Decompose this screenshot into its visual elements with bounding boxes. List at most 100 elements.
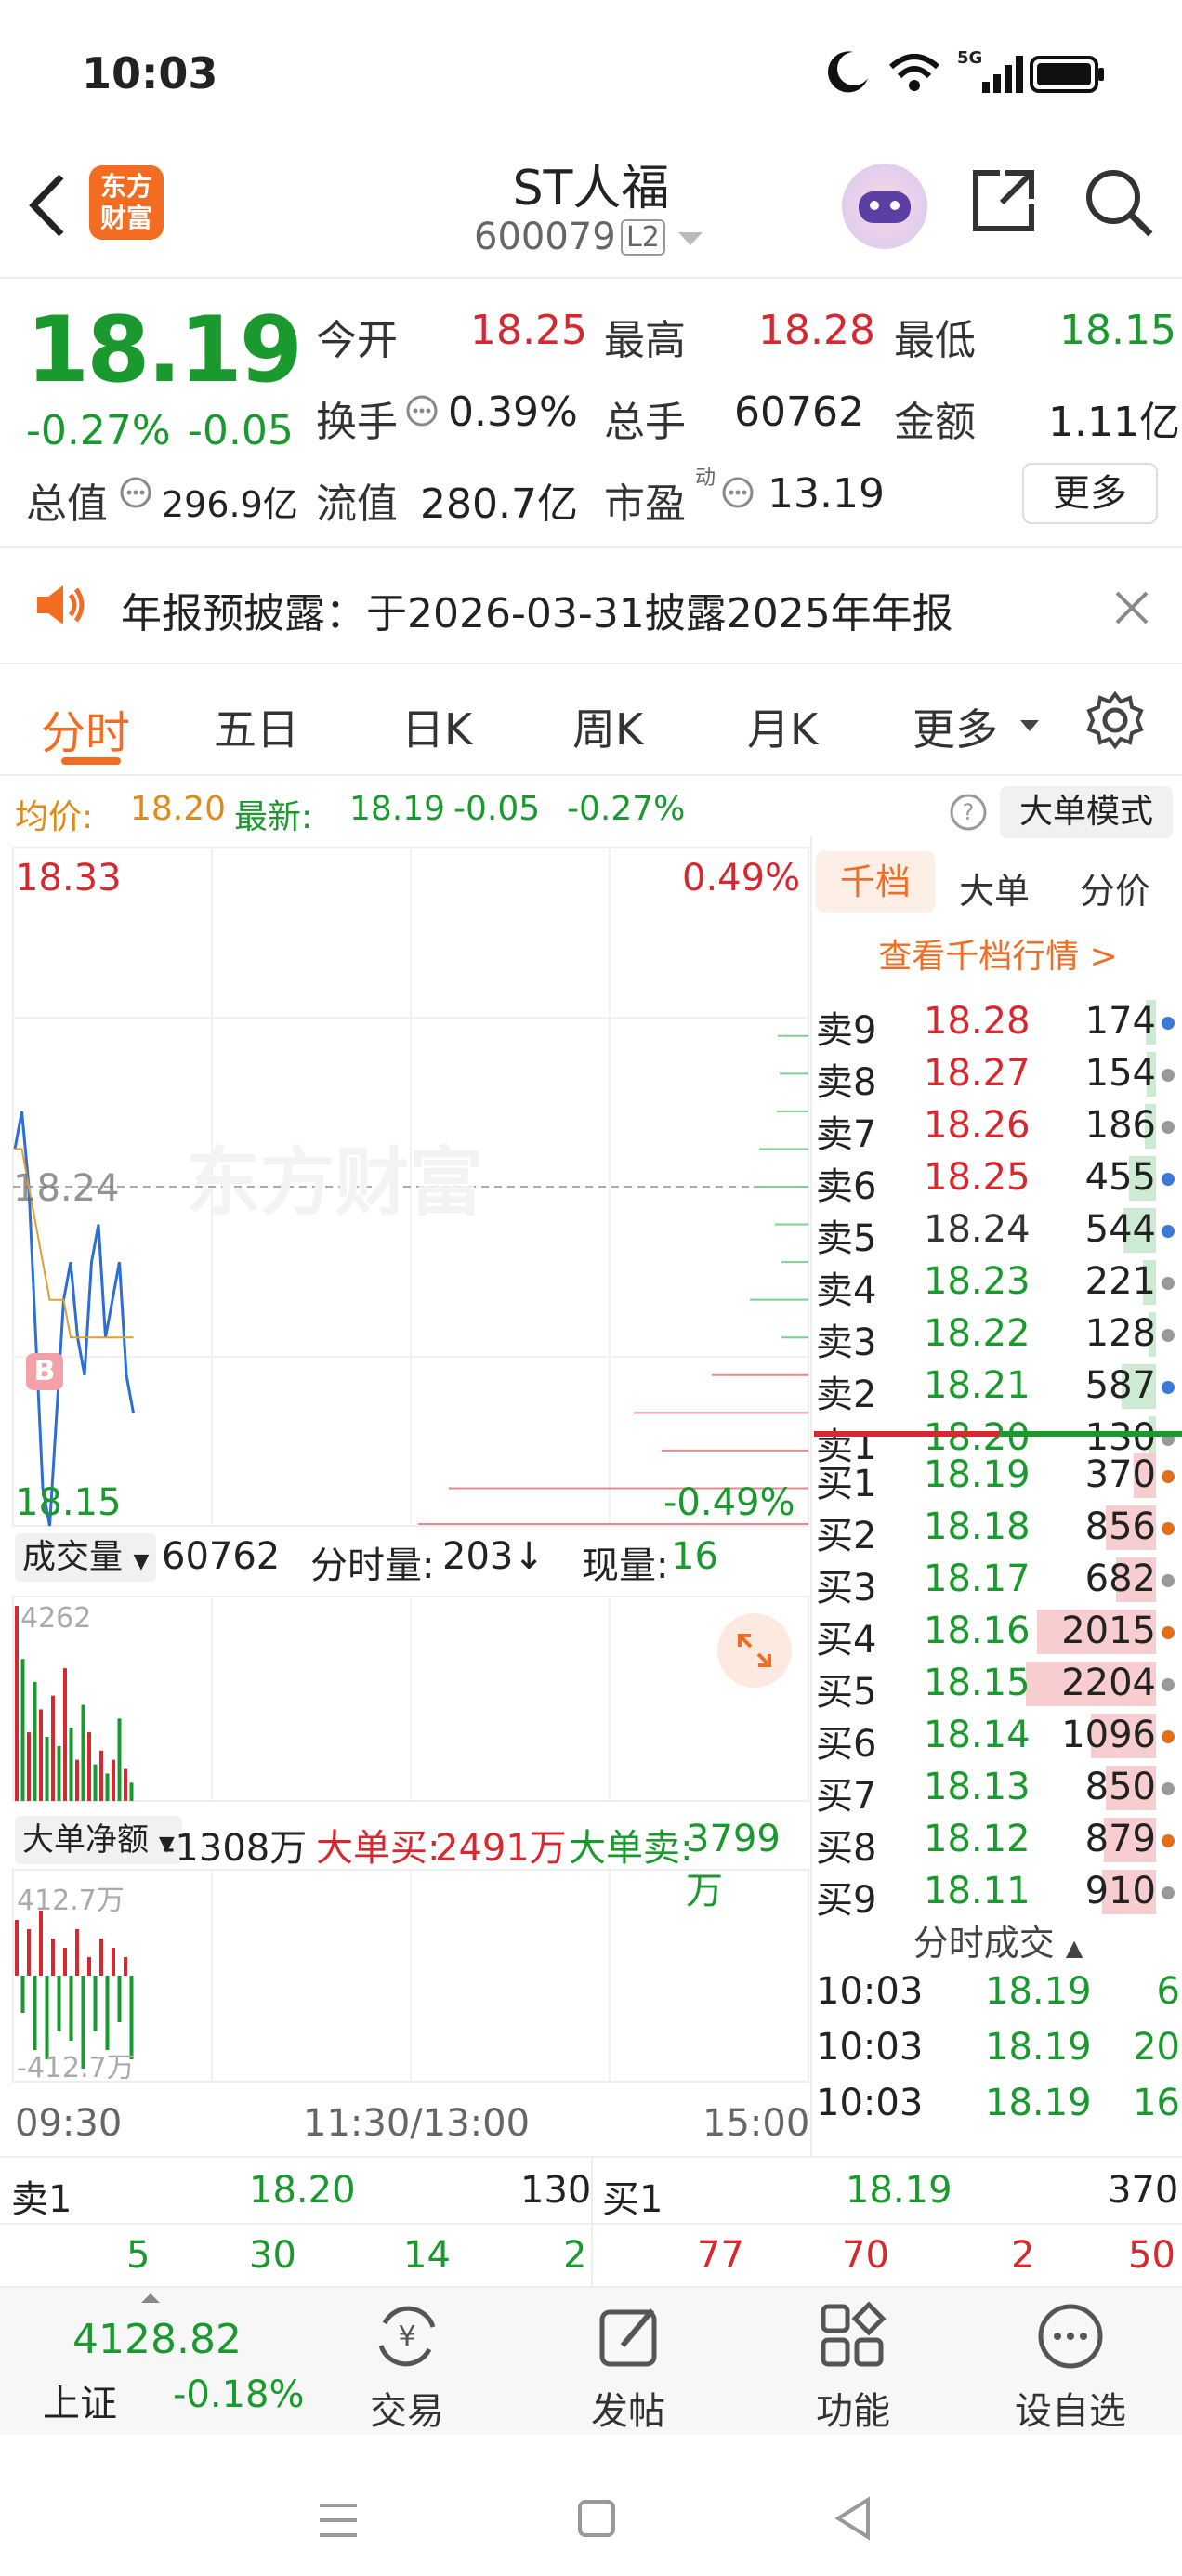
buy-marker[interactable]: B <box>26 1353 63 1390</box>
sell-level-row[interactable]: 卖8 18.27 154 <box>812 1048 1182 1104</box>
info-icon[interactable] <box>721 476 755 509</box>
status-dot <box>1162 1834 1175 1847</box>
index-widget[interactable]: 4128.82 上证 -0.18% <box>0 2288 305 2437</box>
close-icon[interactable] <box>1113 589 1150 626</box>
buy-level-row[interactable]: 买3 18.17 682 <box>812 1554 1182 1610</box>
intraday-chart[interactable]: 东方财富 18.33 0.49% 18.24 18.15 -0.49% B 成交… <box>0 836 810 2156</box>
search-icon[interactable] <box>1082 165 1156 240</box>
big-order-mode-button[interactable]: 大单模式 <box>1000 786 1173 838</box>
notice-bar[interactable]: 年报预披露：于2026-03-31披露2025年年报 <box>0 548 1182 664</box>
level-price: 18.27 <box>924 1052 1031 1095</box>
gear-icon[interactable] <box>1085 690 1145 750</box>
features-button[interactable]: 功能 <box>779 2288 927 2437</box>
tab-indicator <box>61 757 121 765</box>
back-icon[interactable] <box>26 173 67 238</box>
info-icon[interactable] <box>119 476 152 509</box>
expand-button[interactable] <box>717 1613 792 1688</box>
level-volume: 221 <box>1084 1260 1156 1303</box>
share-icon[interactable] <box>968 165 1039 236</box>
level-volume: 879 <box>1084 1818 1156 1860</box>
volume-bar <box>117 1718 122 1801</box>
more-button[interactable]: 更多 <box>1022 463 1158 524</box>
sell-level-row[interactable]: 卖7 18.26 186 <box>812 1100 1182 1156</box>
book-tab-depth[interactable]: 千档 <box>816 851 935 913</box>
net-selector[interactable]: 大单净额 ▼ <box>15 1816 182 1864</box>
sell-level-row[interactable]: 卖2 18.21 587 <box>812 1360 1182 1416</box>
buy-level-row[interactable]: 买7 18.13 850 <box>812 1762 1182 1818</box>
level-label: 卖5 <box>816 1217 877 1260</box>
volume-bar <box>15 1606 19 1801</box>
svg-text:¥: ¥ <box>398 2320 415 2353</box>
buy-level-row[interactable]: 买9 18.11 910 <box>812 1866 1182 1922</box>
sell-level-row[interactable]: 卖9 18.28 174 <box>812 996 1182 1052</box>
info-icon[interactable] <box>405 394 439 427</box>
app-logo[interactable]: 东方财富 <box>89 165 164 240</box>
big-buy-label: 大单买: <box>316 1827 440 1870</box>
volume-bar <box>33 1681 37 1801</box>
level-label: 买3 <box>816 1567 877 1610</box>
level-volume: 370 <box>1084 1453 1156 1496</box>
trade-button[interactable]: ¥ 交易 <box>333 2288 481 2437</box>
buy1-label: 买1 <box>602 2178 663 2221</box>
high-value: 18.28 <box>758 307 875 354</box>
status-bar: 10:03 5G <box>0 0 1182 149</box>
sell-level-row[interactable]: 卖4 18.23 221 <box>812 1256 1182 1312</box>
buy-level-row[interactable]: 买2 18.18 856 <box>812 1502 1182 1557</box>
buy-level-row[interactable]: 买8 18.12 879 <box>812 1814 1182 1870</box>
pe-value: 13.19 <box>768 470 885 518</box>
svg-text:?: ? <box>963 799 975 825</box>
volume-bar <box>87 1732 91 1801</box>
volume-selector[interactable]: 成交量 ▼ <box>15 1533 157 1582</box>
buy-level-row[interactable]: 买5 18.15 2204 <box>812 1658 1182 1714</box>
level-price: 18.21 <box>924 1364 1031 1407</box>
home-icon[interactable] <box>576 2498 617 2539</box>
buy-level-row[interactable]: 买1 18.19 370 <box>812 1450 1182 1505</box>
book-tab-big[interactable]: 大单 <box>959 862 1030 913</box>
battery-icon <box>1030 56 1104 93</box>
tab-five-day[interactable]: 五日 <box>214 696 299 757</box>
tab-more[interactable]: 更多 <box>913 696 998 757</box>
latest-pct: -0.27% <box>567 790 686 828</box>
depth-link[interactable]: 查看千档行情 > <box>812 929 1182 978</box>
level-volume: 174 <box>1084 1000 1156 1043</box>
code-dropdown-icon[interactable] <box>676 230 704 249</box>
net-label: 大单净额 <box>22 1821 149 1859</box>
net-bar <box>39 1911 43 1976</box>
sell-order: 2 <box>563 2234 587 2277</box>
tab-intraday[interactable]: 分时 <box>41 696 130 761</box>
volume-bar <box>57 1745 61 1801</box>
sell-level-row[interactable]: 卖3 18.22 128 <box>812 1308 1182 1364</box>
buy-level-row[interactable]: 买6 18.14 1096 <box>812 1710 1182 1766</box>
menu-icon[interactable] <box>316 2500 361 2541</box>
level-label: 买1 <box>816 1463 877 1505</box>
trade-volume: 6 <box>1156 1970 1180 2013</box>
post-button[interactable]: 发帖 <box>554 2288 703 2437</box>
back-nav-icon[interactable] <box>833 2496 873 2541</box>
net-value: -1308万 <box>162 1827 308 1870</box>
chevron-up-icon <box>141 2293 160 2303</box>
stock-code: 600079 <box>474 216 616 258</box>
y-bot-label: 18.15 <box>15 1481 122 1524</box>
buy-level-row[interactable]: 买4 18.16 2015 <box>812 1606 1182 1662</box>
level-price: 18.22 <box>924 1312 1031 1355</box>
assistant-avatar[interactable] <box>842 164 927 249</box>
turnover-label: 换手 <box>316 399 398 446</box>
volume-bar <box>51 1695 55 1801</box>
amount-value: 1.11亿 <box>1048 399 1180 446</box>
tab-monthly-k[interactable]: 月K <box>747 696 818 757</box>
trade-time: 10:03 <box>816 1970 924 2013</box>
add-watchlist-button[interactable]: 设自选 <box>996 2288 1145 2437</box>
latest-label: 最新: <box>234 798 313 836</box>
volume-bar <box>45 1737 49 1801</box>
book-tab-price[interactable]: 分价 <box>1080 862 1150 913</box>
y-top-label: 18.33 <box>15 857 122 900</box>
tab-weekly-k[interactable]: 周K <box>572 696 643 757</box>
sell-level-row[interactable]: 卖6 18.25 455 <box>812 1152 1182 1208</box>
sell-level-row[interactable]: 卖5 18.24 544 <box>812 1204 1182 1260</box>
x-end-label: 15:00 <box>703 2102 810 2145</box>
high-label: 最高 <box>604 317 686 364</box>
tab-daily-k[interactable]: 日K <box>401 696 472 757</box>
trades-title[interactable]: 分时成交 ▲ <box>812 1914 1182 1965</box>
help-icon[interactable]: ? <box>948 792 989 833</box>
mktcap-label: 总值 <box>26 480 108 528</box>
